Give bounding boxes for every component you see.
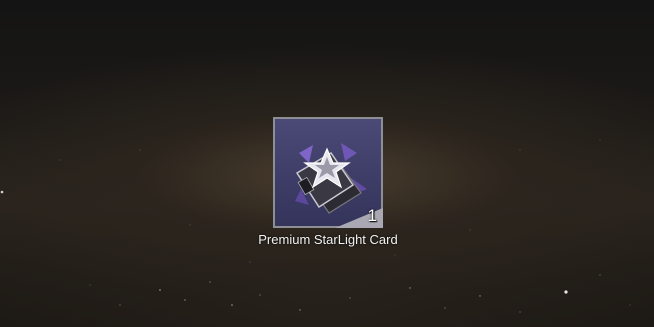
item-name-label: Premium StarLight Card: [258, 232, 398, 247]
item-count: 1: [367, 206, 377, 225]
reward-screen: 1 Premium StarLight Card: [0, 0, 654, 327]
reward-item-slot[interactable]: 1: [273, 117, 383, 228]
